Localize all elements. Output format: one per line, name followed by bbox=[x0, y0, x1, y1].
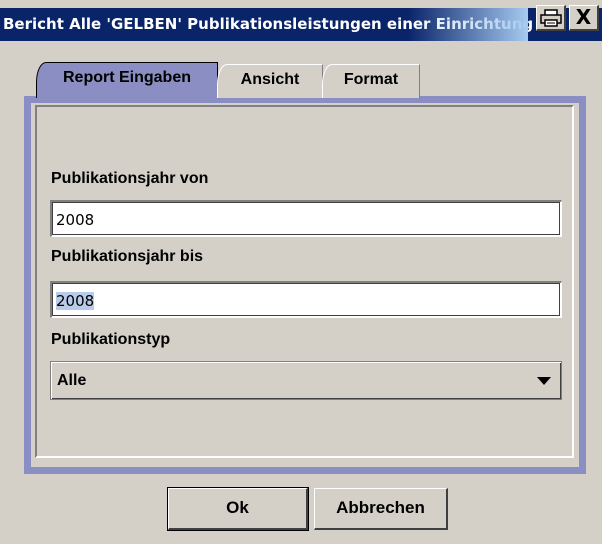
year-to-input[interactable]: 2008 bbox=[50, 281, 562, 318]
tab-format[interactable]: Format bbox=[322, 64, 420, 98]
tab-ansicht[interactable]: Ansicht bbox=[217, 64, 323, 98]
publication-type-select[interactable]: Alle bbox=[50, 361, 562, 400]
close-icon: X bbox=[575, 5, 592, 29]
year-to-label: Publikationsjahr bis bbox=[51, 248, 204, 265]
report-dialog: Bericht Alle 'GELBEN' Publikationsleistu… bbox=[0, 0, 602, 544]
window-title: Bericht Alle 'GELBEN' Publikationsleistu… bbox=[3, 15, 534, 33]
tab-report-eingaben[interactable]: Report Eingaben bbox=[36, 62, 218, 98]
title-bar[interactable]: Bericht Alle 'GELBEN' Publikationsleistu… bbox=[0, 8, 602, 41]
year-from-value: 2008 bbox=[56, 211, 95, 229]
year-from-label: Publikationsjahr von bbox=[51, 170, 209, 187]
cancel-button[interactable]: Abbrechen bbox=[314, 488, 448, 530]
ok-button[interactable]: Ok bbox=[167, 487, 309, 531]
chevron-down-icon[interactable] bbox=[537, 377, 551, 385]
year-from-input[interactable]: 2008 bbox=[50, 200, 562, 237]
publication-type-value: Alle bbox=[57, 372, 87, 389]
publication-type-label: Publikationstyp bbox=[51, 331, 171, 348]
year-to-value: 2008 bbox=[56, 292, 95, 310]
close-button[interactable]: X bbox=[569, 5, 599, 31]
printer-icon bbox=[539, 9, 562, 27]
print-icon[interactable] bbox=[536, 5, 566, 31]
